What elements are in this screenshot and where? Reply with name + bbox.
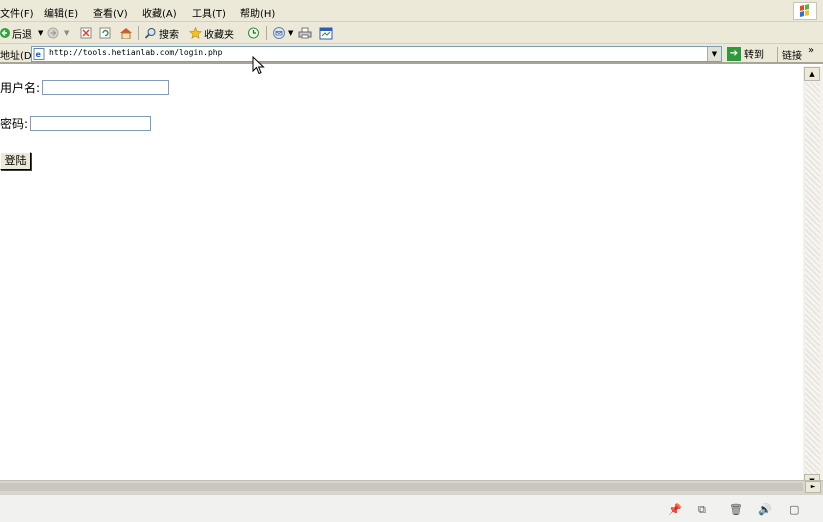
printer-icon — [298, 27, 312, 39]
go-arrow-icon: ➔ — [727, 46, 741, 61]
history-icon — [248, 27, 259, 39]
standard-toolbar: 后退 ▼ ▼ 搜索 收藏夹 ▼ — [0, 22, 823, 44]
refresh-button[interactable] — [99, 25, 111, 41]
stop-icon — [80, 27, 92, 39]
address-bar: 地址(D) e http://tools.hetianlab.com/login… — [0, 44, 823, 64]
ie-page-icon: e — [33, 48, 45, 60]
menu-help[interactable]: 帮助(H) — [240, 5, 275, 20]
trash-icon[interactable]: 🗑 — [729, 503, 743, 516]
mouse-cursor-icon — [252, 56, 265, 75]
print-button[interactable] — [298, 25, 312, 41]
stop-button[interactable] — [80, 25, 92, 41]
magnifier-icon — [144, 28, 156, 39]
address-dropdown-icon[interactable]: ▼ — [707, 47, 721, 61]
horizontal-scrollbar[interactable]: ► — [0, 480, 823, 494]
star-icon — [189, 27, 202, 39]
mail-dropdown-icon[interactable]: ▼ — [288, 29, 293, 37]
password-input[interactable] — [30, 116, 152, 131]
search-button[interactable]: 搜索 — [144, 25, 179, 41]
window-icon[interactable]: ▢ — [789, 503, 799, 516]
menu-tools[interactable]: 工具(T) — [192, 5, 226, 20]
scroll-right-icon[interactable]: ► — [805, 481, 821, 493]
menu-favorites[interactable]: 收藏(A) — [142, 5, 177, 20]
password-row: 密码: — [0, 115, 152, 132]
search-label: 搜索 — [159, 29, 179, 41]
password-label: 密码: — [0, 117, 29, 131]
address-input[interactable]: e http://tools.hetianlab.com/login.php ▼ — [31, 46, 722, 62]
vertical-scrollbar[interactable]: ▲ ▼ — [803, 66, 823, 488]
home-button[interactable] — [119, 25, 133, 41]
favorites-label: 收藏夹 — [204, 29, 234, 41]
menu-edit[interactable]: 编辑(E) — [44, 5, 78, 20]
back-button[interactable]: 后退 ▼ — [0, 25, 43, 41]
volume-icon[interactable]: 🔊 — [758, 503, 772, 516]
username-row: 用户名: — [0, 79, 170, 96]
back-dropdown-icon[interactable]: ▼ — [38, 29, 43, 37]
toolbar-separator — [138, 26, 139, 40]
address-url[interactable]: http://tools.hetianlab.com/login.php — [49, 48, 222, 57]
page-content: 用户名: 密码: 登陆 — [0, 66, 803, 480]
links-button[interactable]: 链接 — [777, 47, 802, 62]
menu-bar: 文件(F) 编辑(E) 查看(V) 收藏(A) 工具(T) 帮助(H) — [0, 0, 823, 22]
username-label: 用户名: — [0, 81, 41, 95]
forward-dropdown-icon[interactable]: ▼ — [64, 29, 69, 37]
edit-button[interactable] — [319, 25, 333, 41]
mail-button[interactable]: ▼ — [272, 25, 293, 41]
login-button[interactable]: 登陆 — [0, 152, 31, 170]
vertical-scroll-track[interactable] — [805, 82, 820, 474]
pin-icon[interactable]: 📌 — [668, 503, 682, 516]
go-label: 转到 — [744, 50, 764, 61]
copy-icon[interactable]: ⧉ — [698, 503, 706, 517]
username-input[interactable] — [42, 80, 170, 95]
go-button[interactable]: ➔ 转到 — [727, 46, 764, 61]
toolbar-separator — [266, 26, 267, 40]
menu-file[interactable]: 文件(F) — [0, 5, 34, 20]
back-label: 后退 — [12, 29, 32, 41]
back-arrow-icon — [0, 28, 10, 38]
history-button[interactable] — [247, 25, 260, 41]
svg-text:e: e — [36, 50, 42, 59]
windows-logo-icon — [793, 2, 817, 20]
menu-view[interactable]: 查看(V) — [93, 5, 128, 20]
edit-icon — [319, 27, 333, 39]
horizontal-scroll-thumb[interactable] — [0, 483, 803, 491]
forward-arrow-icon — [47, 27, 59, 39]
scroll-up-icon[interactable]: ▲ — [804, 67, 820, 81]
favorites-button[interactable]: 收藏夹 — [189, 25, 234, 41]
mail-icon — [273, 27, 285, 39]
home-icon — [120, 28, 132, 39]
status-bar: 📌 ⧉ 🗑 🔊 ▢ — [0, 494, 823, 522]
refresh-icon — [99, 27, 111, 39]
links-more-button[interactable]: » — [808, 45, 814, 56]
forward-button[interactable]: ▼ — [47, 25, 69, 41]
